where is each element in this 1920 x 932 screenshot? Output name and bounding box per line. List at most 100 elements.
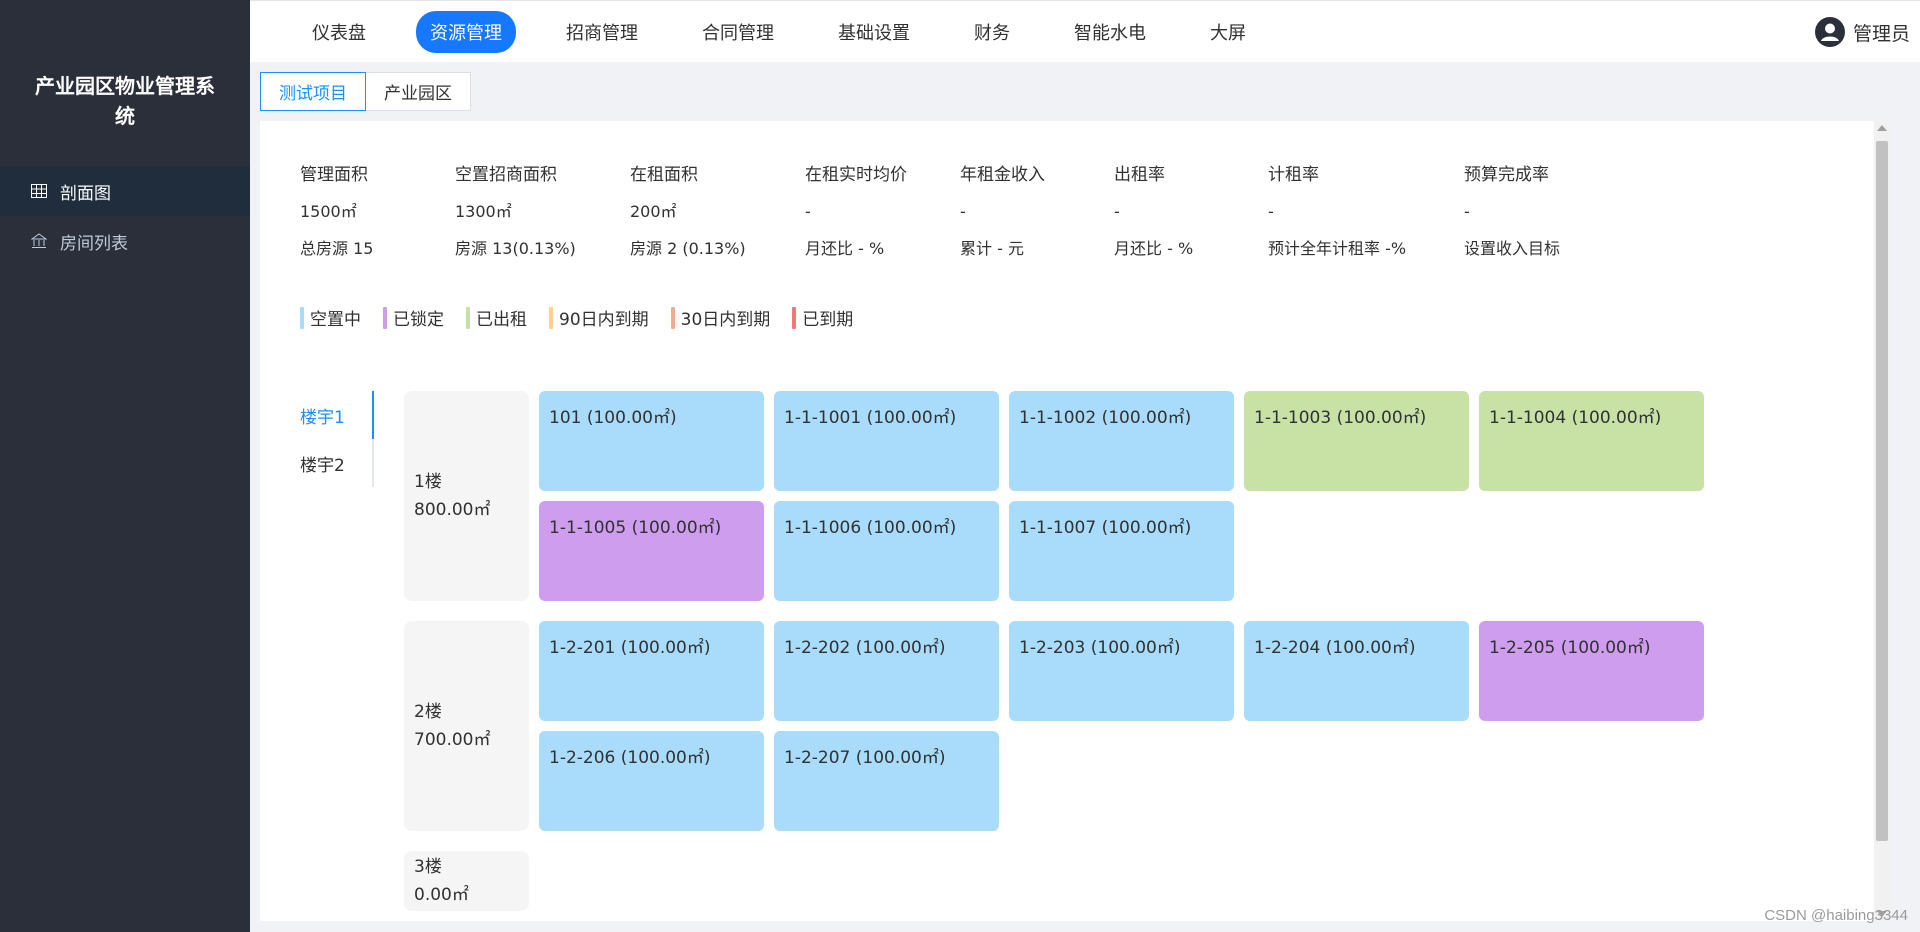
stat-column: 空置招商面积 1300㎡房源 13(0.13%)	[455, 163, 576, 260]
content-scrollbar[interactable]	[1874, 121, 1890, 921]
room-card[interactable]: 1-1-1007 (100.00㎡)	[1009, 501, 1234, 601]
floor-area: 800.00㎡	[414, 500, 491, 520]
room-card[interactable]: 1-1-1004 (100.00㎡)	[1479, 391, 1704, 491]
room-card[interactable]: 1-2-205 (100.00㎡)	[1479, 621, 1704, 721]
top-nav-item[interactable]: 大屏	[1196, 11, 1260, 53]
legend-swatch	[549, 306, 553, 329]
room-card[interactable]: 1-1-1001 (100.00㎡)	[774, 391, 999, 491]
floor-label: 3楼 0.00㎡	[404, 851, 529, 911]
stat-subtext: 房源 13(0.13%)	[455, 239, 576, 258]
stat-label: 空置招商面积	[455, 165, 557, 185]
stat-subtext: 月还比 - %	[1114, 239, 1194, 258]
stat-label: 出租率	[1114, 165, 1165, 185]
legend-label: 已到期	[802, 310, 854, 330]
stat-label: 在租面积	[630, 165, 698, 185]
legend-swatch	[670, 306, 675, 329]
room-grid: 101 (100.00㎡) 1-1-1001 (100.00㎡) 1-1-1002 …	[539, 391, 1729, 611]
project-tab[interactable]: 测试项目	[260, 72, 366, 111]
room-card[interactable]: 1-2-203 (100.00㎡)	[1009, 621, 1234, 721]
floor-name: 1楼	[414, 472, 442, 492]
stat-value: 200㎡	[630, 202, 677, 221]
stat-value: -	[1464, 202, 1470, 221]
room-card[interactable]: 101 (100.00㎡)	[539, 391, 764, 491]
floor-row: 1楼 800.00㎡ 101 (100.00㎡) 1-1-1001 (100.00㎡)…	[404, 391, 1864, 611]
sidebar-item[interactable]: 房间列表	[0, 216, 250, 266]
stat-label: 计租率	[1268, 165, 1319, 185]
stat-subtext[interactable]: 设置收入目标	[1464, 238, 1560, 260]
scrollbar-thumb[interactable]	[1876, 141, 1888, 841]
legend-swatch	[466, 306, 470, 329]
stat-column: 在租实时均价 - 月还比 - %	[805, 163, 907, 260]
app-title: 产业园区物业管理系统	[35, 74, 215, 128]
project-tabs: 测试项目 产业园区	[260, 72, 471, 111]
user-menu[interactable]: 管理员	[1814, 17, 1910, 47]
room-card[interactable]: 1-1-1005 (100.00㎡)	[539, 501, 764, 601]
room-card[interactable]: 1-1-1006 (100.00㎡)	[774, 501, 999, 601]
legend-label: 30日内到期	[680, 310, 771, 330]
floor-row: 3楼 0.00㎡	[404, 851, 1864, 911]
room-card[interactable]: 1-2-207 (100.00㎡)	[774, 731, 999, 831]
legend-label: 90日内到期	[559, 310, 649, 330]
watermark: CSDN @haibing3344	[1764, 907, 1908, 924]
stat-subtext: 预计全年计租率 -%	[1268, 239, 1407, 258]
project-tab[interactable]: 产业园区	[366, 72, 471, 111]
stat-column: 年租金收入 - 累计 - 元	[960, 163, 1045, 260]
room-card[interactable]: 1-1-1002 (100.00㎡)	[1009, 391, 1234, 491]
legend-item: 90日内到期	[549, 305, 649, 330]
stat-value: -	[1114, 202, 1120, 221]
stat-label: 年租金收入	[960, 165, 1045, 185]
stat-column: 管理面积 1500㎡总房源 15	[300, 163, 373, 260]
building-tabs: 楼宇1 楼宇2	[292, 391, 374, 487]
stat-column: 出租率 - 月还比 - %	[1114, 163, 1193, 260]
legend-item: 已到期	[792, 305, 853, 330]
stat-label: 预算完成率	[1464, 165, 1549, 185]
floor-name: 3楼	[414, 857, 442, 877]
grid-icon	[30, 182, 48, 200]
stat-value: -	[960, 202, 966, 221]
bank-icon	[30, 232, 48, 250]
legend-item: 空置中	[300, 305, 361, 330]
top-nav-item[interactable]: 招商管理	[552, 11, 652, 53]
sidebar-item-label: 房间列表	[60, 233, 128, 254]
floor-label: 2楼 700.00㎡	[404, 621, 529, 831]
sidebar-item[interactable]: 剖面图	[0, 166, 250, 216]
legend-item: 30日内到期	[670, 305, 771, 330]
floor-name: 2楼	[414, 702, 442, 722]
stat-subtext: 月还比 - %	[805, 239, 885, 258]
sidebar-menu: 剖面图 房间列表	[0, 166, 250, 266]
user-name: 管理员	[1852, 22, 1910, 45]
legend-label: 已锁定	[393, 310, 444, 330]
sidebar-item-label: 剖面图	[60, 183, 111, 204]
stat-label: 管理面积	[300, 165, 368, 185]
building-tab[interactable]: 楼宇2	[292, 439, 374, 487]
user-avatar-icon	[1814, 17, 1845, 47]
room-grid: 1-2-201 (100.00㎡) 1-2-202 (100.00㎡) 1-2-20…	[539, 621, 1729, 841]
main-content: 管理面积 1500㎡总房源 15 空置招商面积 1300㎡房源 13(0.13%) 在租…	[260, 121, 1890, 921]
room-card[interactable]: 1-1-1003 (100.00㎡)	[1244, 391, 1469, 491]
scroll-up-icon[interactable]	[1877, 125, 1887, 131]
floor-area: 700.00㎡	[414, 730, 491, 750]
stat-value: -	[805, 202, 811, 221]
legend-swatch	[792, 306, 797, 329]
stat-value: -	[1268, 202, 1274, 221]
top-bar: 仪表盘 资源管理 招商管理 合同管理 基础设置 财务 智能水电 大屏 管理员	[250, 0, 1920, 62]
top-nav-item[interactable]: 智能水电	[1060, 11, 1160, 53]
stat-subtext: 房源 2 (0.13%)	[630, 239, 746, 258]
status-legend: 空置中 已锁定 已出租 90日内到期 30日内到期 已到期	[300, 305, 875, 330]
building-tab[interactable]: 楼宇1	[292, 391, 374, 439]
room-card[interactable]: 1-2-202 (100.00㎡)	[774, 621, 999, 721]
room-grid	[539, 851, 1729, 911]
room-card[interactable]: 1-2-206 (100.00㎡)	[539, 731, 764, 831]
sidebar: 产业园区物业管理系统 剖面图房间列表	[0, 0, 250, 932]
top-nav-item[interactable]: 合同管理	[688, 11, 788, 53]
legend-label: 空置中	[310, 310, 361, 330]
room-card[interactable]: 1-2-204 (100.00㎡)	[1244, 621, 1469, 721]
top-nav-item[interactable]: 仪表盘	[298, 11, 380, 53]
stat-value: 1500㎡	[300, 202, 357, 221]
stat-subtext: 总房源 15	[300, 239, 374, 258]
top-nav-item[interactable]: 基础设置	[824, 11, 924, 53]
top-nav-item[interactable]: 财务	[960, 11, 1024, 53]
stat-value: 1300㎡	[455, 202, 512, 221]
top-nav-item[interactable]: 资源管理	[416, 10, 516, 53]
room-card[interactable]: 1-2-201 (100.00㎡)	[539, 621, 764, 721]
